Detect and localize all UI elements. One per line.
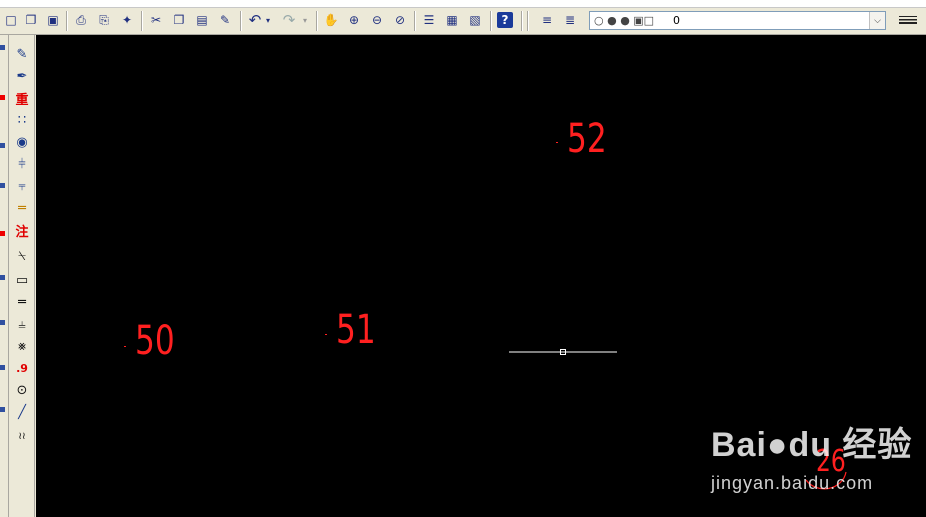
zoom-window-icon[interactable]: ⊖ xyxy=(368,11,386,29)
properties-icon[interactable]: ☰ xyxy=(420,11,438,29)
print-preview-icon[interactable]: ⎘ xyxy=(95,11,113,29)
edge-tool-icon[interactable] xyxy=(0,275,5,280)
drawing-canvas[interactable]: 50 51 52 26 Bai●du 经验 jingyan.baidu.com xyxy=(36,35,926,517)
undo-dropdown-icon[interactable]: ▾ xyxy=(263,11,273,29)
toolbar-separator xyxy=(414,11,416,31)
chevron-down-icon[interactable]: ⌵ xyxy=(869,12,885,29)
custom-side-toolbar: ✎ ✒ 重 ∷ ◉ ⫩ ⫧ ═ 注 ⍀ ▭ ═ ⫨ ⨳ .9 ⊙ ╱ ≀≀ xyxy=(9,35,35,517)
watermark-brand: Bai●du 经验 xyxy=(711,426,913,464)
rectangle-icon[interactable]: ▭ xyxy=(11,271,33,290)
match-properties-icon[interactable]: ✎ xyxy=(216,11,234,29)
paste-icon[interactable]: ▤ xyxy=(193,11,211,29)
column-icon[interactable]: ⫩ xyxy=(11,155,33,174)
pan-icon[interactable]: ✋ xyxy=(322,11,340,29)
selected-line[interactable] xyxy=(506,345,621,359)
design-center-icon[interactable]: ▦ xyxy=(443,11,461,29)
renumber-icon[interactable]: 重 xyxy=(11,89,33,108)
label-insert-point xyxy=(325,334,327,335)
zoom-previous-icon[interactable]: ⊘ xyxy=(391,11,409,29)
edit-tag-icon[interactable]: ✒ xyxy=(11,67,33,86)
save-icon[interactable]: ▣ xyxy=(44,11,62,29)
decimal-icon[interactable]: .9 xyxy=(11,359,33,378)
chart-icon[interactable]: ⫧ xyxy=(11,177,33,196)
help-icon[interactable]: ? xyxy=(497,12,513,28)
layer-dropdown[interactable]: ○ ● ● ▣□ 0 ⌵ xyxy=(589,11,886,30)
edge-tool-icon[interactable] xyxy=(0,365,5,370)
point-label-50[interactable]: 50 xyxy=(135,321,175,361)
new-drawing-icon[interactable]: □ xyxy=(2,11,20,29)
grid-points-icon[interactable]: ∷ xyxy=(11,111,33,130)
dimension-icon[interactable]: ═ xyxy=(11,293,33,312)
undo-icon[interactable]: ↶ xyxy=(246,11,264,29)
edge-tool-icon[interactable] xyxy=(0,143,5,148)
break-line-icon[interactable]: ≀≀ xyxy=(11,427,33,446)
print-icon[interactable]: ⎙ xyxy=(72,11,90,29)
layer-manager-icon[interactable]: ≡ xyxy=(538,11,556,29)
edge-tool-icon[interactable] xyxy=(0,45,5,50)
watermark: Bai●du 经验 jingyan.baidu.com xyxy=(711,417,926,517)
copy-icon[interactable]: ❐ xyxy=(170,11,188,29)
left-edge-toolbar xyxy=(0,35,9,517)
edge-tool-icon[interactable] xyxy=(0,183,5,188)
toolbar-separator xyxy=(521,11,523,31)
toolbar-separator xyxy=(316,11,318,31)
cut-icon[interactable]: ✂ xyxy=(147,11,165,29)
toolbar-separator xyxy=(141,11,143,31)
edge-tool-icon[interactable] xyxy=(0,95,5,100)
label-insert-point xyxy=(124,346,126,347)
watermark-url: jingyan.baidu.com xyxy=(711,473,874,493)
zoom-realtime-icon[interactable]: ⊕ xyxy=(345,11,363,29)
lineweight-icon[interactable] xyxy=(895,12,921,30)
line-icon[interactable]: ╱ xyxy=(11,403,33,422)
current-layer-name: 0 xyxy=(673,14,680,27)
redo-icon[interactable]: ↷ xyxy=(280,11,298,29)
stair-icon[interactable]: ⨳ xyxy=(11,337,33,356)
layer-previous-icon[interactable]: ≣ xyxy=(561,11,579,29)
toolbar-separator xyxy=(240,11,242,31)
annotate-icon[interactable]: 注 xyxy=(11,221,33,240)
redo-dropdown-icon[interactable]: ▾ xyxy=(300,11,310,29)
edge-tool-icon[interactable] xyxy=(0,231,5,236)
menu-bar-strip xyxy=(0,0,926,8)
point-label-51[interactable]: 51 xyxy=(336,310,376,350)
ruler-icon[interactable]: ═ xyxy=(11,199,33,218)
toolbar-separator xyxy=(66,11,68,31)
chain-dimension-icon[interactable]: ⫨ xyxy=(11,315,33,334)
publish-icon[interactable]: ✦ xyxy=(118,11,136,29)
polygon-icon[interactable]: ⍀ xyxy=(11,247,33,266)
edge-tool-icon[interactable] xyxy=(0,407,5,412)
open-icon[interactable]: ❐ xyxy=(22,11,40,29)
layer-state-icons: ○ ● ● ▣□ xyxy=(594,14,655,27)
camera-icon[interactable]: ◉ xyxy=(11,133,33,152)
tool-palettes-icon[interactable]: ▧ xyxy=(466,11,484,29)
label-insert-point xyxy=(556,142,558,143)
toolbar-grip xyxy=(527,11,529,31)
point-label-52[interactable]: 52 xyxy=(567,119,607,159)
toolbar-separator xyxy=(490,11,492,31)
pencil-tag-icon[interactable]: ✎ xyxy=(11,45,33,64)
circle-point-icon[interactable]: ⊙ xyxy=(11,381,33,400)
edge-tool-icon[interactable] xyxy=(0,320,5,325)
